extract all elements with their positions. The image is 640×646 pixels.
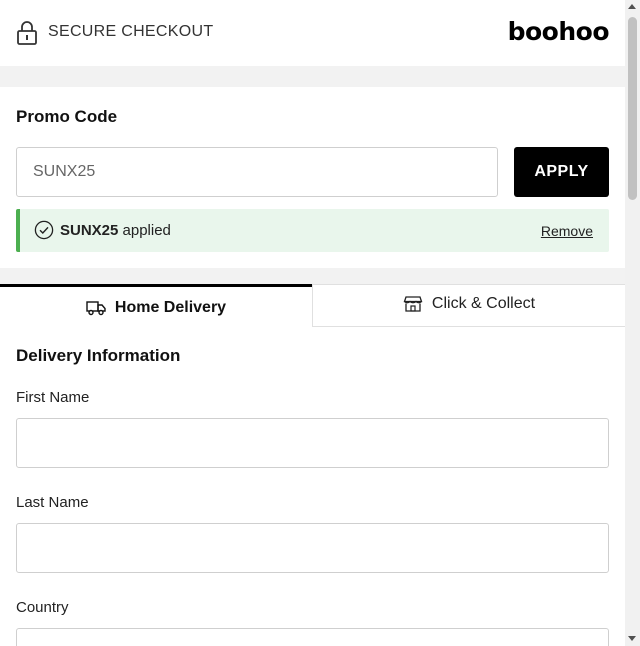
scroll-up-arrow-icon[interactable] [628,4,636,9]
apply-button[interactable]: APPLY [514,147,609,197]
delivery-information-title: Delivery Information [16,346,181,365]
section-divider [0,66,625,87]
applied-suffix: applied [118,222,171,239]
first-name-label: First Name [16,389,90,406]
tab-click-collect[interactable]: Click & Collect [312,284,625,327]
promo-code-input[interactable] [16,147,498,197]
delivery-truck-icon [86,301,106,316]
section-divider [0,268,625,284]
country-label: Country [16,599,69,616]
lock-icon [17,21,37,45]
scrollbar-thumb[interactable] [628,17,637,200]
tab-home-delivery-label: Home Delivery [114,299,227,316]
boohoo-logo[interactable]: boohoo [508,17,610,46]
tab-click-collect-label: Click & Collect [431,294,536,312]
vertical-scrollbar[interactable] [625,0,640,646]
scroll-down-arrow-icon[interactable] [628,636,636,641]
check-circle-icon [34,220,54,240]
applied-promo-code: SUNX25 [60,222,119,239]
checkout-page: SECURE CHECKOUT boohoo Promo Code APPLY … [0,0,625,646]
last-name-label: Last Name [16,494,89,511]
checkout-header: SECURE CHECKOUT boohoo [0,0,625,66]
remove-promo-link[interactable]: Remove [541,223,593,239]
last-name-field[interactable] [16,523,609,573]
promo-code-title: Promo Code [16,107,118,126]
country-field[interactable] [16,628,609,646]
first-name-field[interactable] [16,418,609,468]
tab-home-delivery[interactable]: Home Delivery [0,284,312,327]
store-icon [403,295,423,312]
secure-checkout-label: SECURE CHECKOUT [48,23,214,40]
promo-applied-banner: SUNX25 applied Remove [16,209,609,252]
promo-applied-message: SUNX25 applied [60,222,171,239]
